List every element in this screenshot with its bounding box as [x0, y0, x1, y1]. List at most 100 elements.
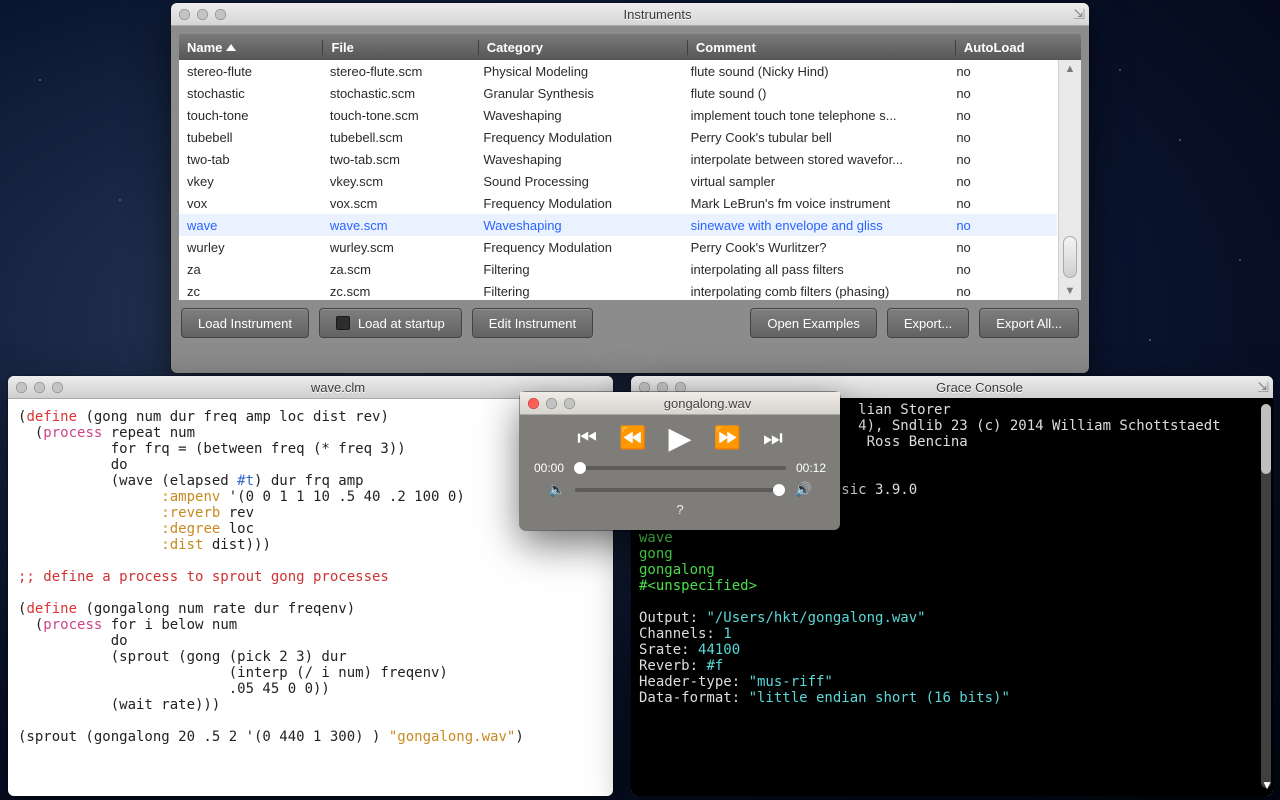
edit-instrument-button[interactable]: Edit Instrument [472, 308, 593, 338]
cell-auto: no [948, 196, 1057, 211]
table-row[interactable]: tubebelltubebell.scmFrequency Modulation… [179, 126, 1057, 148]
minimize-icon[interactable] [34, 382, 45, 393]
table-row[interactable]: wavewave.scmWaveshapingsinewave with env… [179, 214, 1057, 236]
scroll-down-icon[interactable]: ▼ [1261, 778, 1273, 792]
cell-cat: Waveshaping [475, 108, 682, 123]
column-name[interactable]: Name [179, 40, 323, 55]
close-icon[interactable] [16, 382, 27, 393]
close-icon[interactable] [179, 9, 190, 20]
cell-cat: Physical Modeling [475, 64, 682, 79]
skip-forward-icon[interactable]: ⏭ [763, 425, 783, 451]
volume-high-icon[interactable]: 🔊 [795, 481, 812, 498]
volume-low-icon[interactable]: 🔈 [548, 481, 565, 498]
cell-file: vkey.scm [322, 174, 476, 189]
zoom-icon[interactable] [564, 398, 575, 409]
table-row[interactable]: stochasticstochastic.scmGranular Synthes… [179, 82, 1057, 104]
export-button[interactable]: Export... [887, 308, 969, 338]
cell-file: stereo-flute.scm [322, 64, 476, 79]
resize-icon[interactable]: ⇲ [1257, 379, 1269, 396]
cell-auto: no [948, 108, 1057, 123]
cell-com: interpolate between stored wavefor... [683, 152, 949, 167]
instruments-window: Instruments ⇲ Name File Category Comment… [171, 3, 1089, 373]
cell-com: sinewave with envelope and gliss [683, 218, 949, 233]
minimize-icon[interactable] [546, 398, 557, 409]
table-row[interactable]: zczc.scmFilteringinterpolating comb filt… [179, 280, 1057, 300]
cell-name: touch-tone [179, 108, 322, 123]
resize-icon[interactable]: ⇲ [1073, 6, 1085, 23]
table-body: stereo-flutestereo-flute.scmPhysical Mod… [179, 60, 1081, 300]
cell-name: tubebell [179, 130, 322, 145]
cell-file: tubebell.scm [322, 130, 476, 145]
fast-forward-icon[interactable]: ⏩ [714, 425, 741, 451]
checkbox-icon[interactable] [336, 316, 350, 330]
cell-name: vkey [179, 174, 322, 189]
scroll-thumb[interactable] [1261, 404, 1271, 474]
seek-slider[interactable] [574, 466, 786, 470]
cell-cat: Frequency Modulation [475, 130, 682, 145]
column-comment[interactable]: Comment [688, 40, 956, 55]
zoom-icon[interactable] [52, 382, 63, 393]
column-autoload[interactable]: AutoLoad [956, 40, 1065, 55]
toolbar: Load Instrument Load at startup Edit Ins… [179, 300, 1081, 338]
time-elapsed: 00:00 [534, 461, 564, 475]
column-category[interactable]: Category [479, 40, 688, 55]
skip-back-icon[interactable]: ⏮ [577, 425, 597, 451]
cell-auto: no [948, 64, 1057, 79]
cell-auto: no [948, 284, 1057, 299]
cell-name: stereo-flute [179, 64, 322, 79]
cell-com: Mark LeBrun's fm voice instrument [683, 196, 949, 211]
minimize-icon[interactable] [197, 9, 208, 20]
load-at-startup-button[interactable]: Load at startup [319, 308, 462, 338]
vertical-scrollbar[interactable]: ▲ ▼ [1058, 60, 1081, 300]
table-row[interactable]: vkeyvkey.scmSound Processingvirtual samp… [179, 170, 1057, 192]
scroll-track[interactable] [1059, 78, 1081, 282]
help-button[interactable]: ? [520, 498, 840, 517]
cell-com: interpolating comb filters (phasing) [683, 284, 949, 299]
load-instrument-button[interactable]: Load Instrument [181, 308, 309, 338]
column-file[interactable]: File [323, 40, 478, 55]
cell-file: za.scm [322, 262, 476, 277]
rewind-icon[interactable]: ⏪ [619, 425, 646, 451]
zoom-icon[interactable] [675, 382, 686, 393]
minimize-icon[interactable] [657, 382, 668, 393]
cell-com: virtual sampler [683, 174, 949, 189]
instruments-titlebar[interactable]: Instruments ⇲ [171, 3, 1089, 26]
cell-auto: no [948, 130, 1057, 145]
scroll-thumb[interactable] [1063, 236, 1077, 278]
cell-name: vox [179, 196, 322, 211]
play-icon[interactable]: ▶ [668, 421, 691, 456]
cell-cat: Filtering [475, 284, 682, 299]
cell-com: Perry Cook's tubular bell [683, 130, 949, 145]
timeline: 00:00 00:12 [520, 461, 840, 475]
cell-name: wurley [179, 240, 322, 255]
zoom-icon[interactable] [215, 9, 226, 20]
cell-name: stochastic [179, 86, 322, 101]
player-titlebar[interactable]: gongalong.wav [520, 392, 840, 415]
cell-auto: no [948, 174, 1057, 189]
table-row[interactable]: stereo-flutestereo-flute.scmPhysical Mod… [179, 60, 1057, 82]
cell-name: za [179, 262, 322, 277]
volume-slider[interactable] [575, 488, 784, 492]
scroll-up-icon[interactable]: ▲ [1059, 60, 1081, 78]
window-title: gongalong.wav [575, 396, 840, 411]
seek-thumb[interactable] [574, 462, 586, 474]
cell-auto: no [948, 152, 1057, 167]
sort-asc-icon [226, 44, 236, 51]
volume-thumb[interactable] [773, 484, 785, 496]
vertical-scrollbar[interactable]: ▼ [1257, 404, 1271, 788]
cell-cat: Granular Synthesis [475, 86, 682, 101]
table-row[interactable]: voxvox.scmFrequency ModulationMark LeBru… [179, 192, 1057, 214]
close-icon[interactable] [528, 398, 539, 409]
table-row[interactable]: touch-tonetouch-tone.scmWaveshapingimple… [179, 104, 1057, 126]
table-row[interactable]: two-tabtwo-tab.scmWaveshapinginterpolate… [179, 148, 1057, 170]
open-examples-button[interactable]: Open Examples [750, 308, 877, 338]
cell-file: vox.scm [322, 196, 476, 211]
table-row[interactable]: zaza.scmFilteringinterpolating all pass … [179, 258, 1057, 280]
cell-file: zc.scm [322, 284, 476, 299]
cell-com: implement touch tone telephone s... [683, 108, 949, 123]
scroll-down-icon[interactable]: ▼ [1059, 282, 1081, 300]
cell-name: two-tab [179, 152, 322, 167]
export-all-button[interactable]: Export All... [979, 308, 1079, 338]
close-icon[interactable] [639, 382, 650, 393]
table-row[interactable]: wurleywurley.scmFrequency ModulationPerr… [179, 236, 1057, 258]
